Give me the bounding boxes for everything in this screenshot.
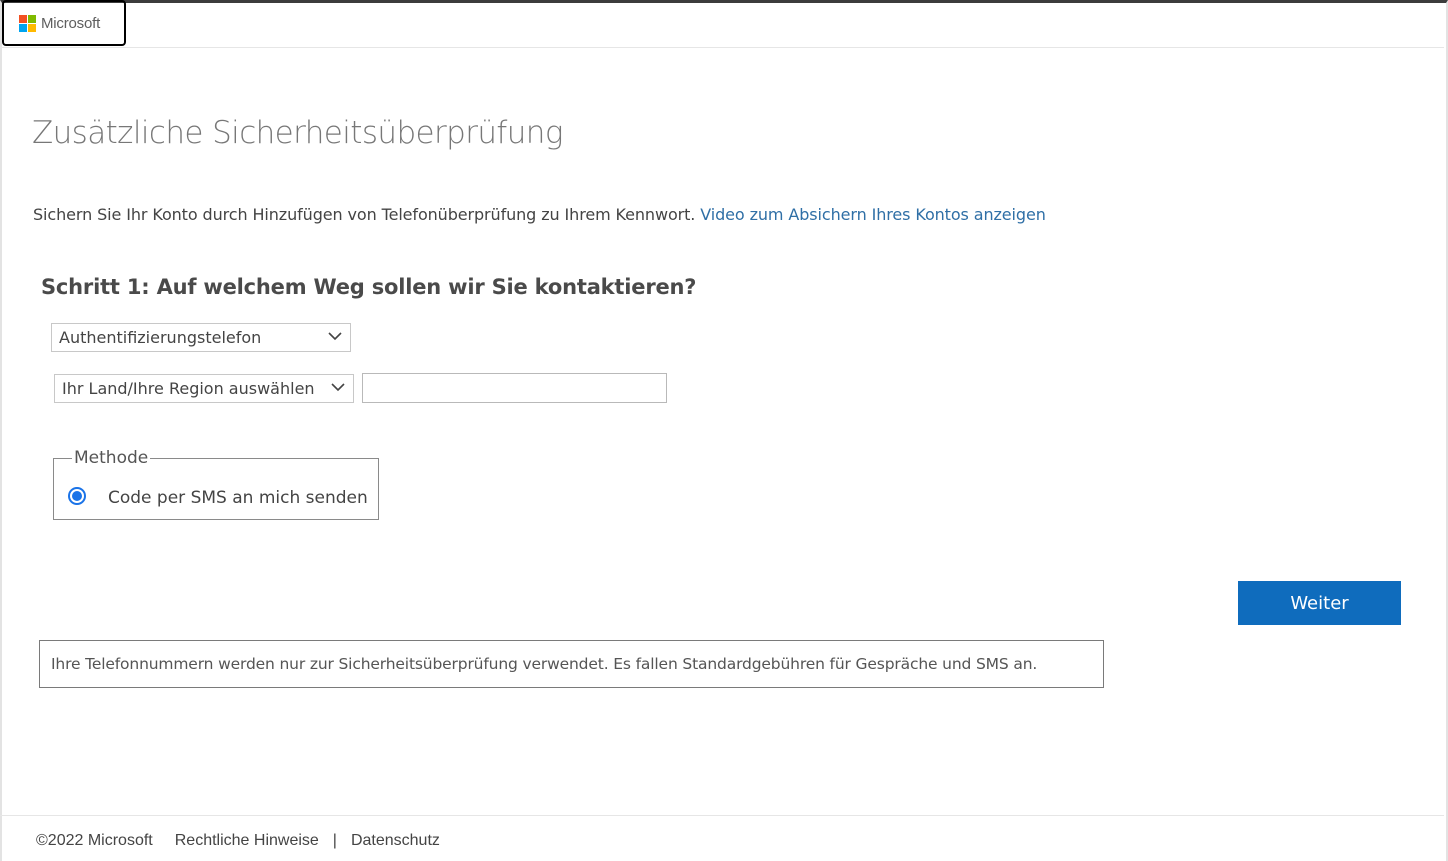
footer-separator: | [332,832,337,849]
contact-method-value: Authentifizierungstelefon [59,328,262,347]
footer-links: ©2022 Microsoft Rechtliche Hinweise | Da… [36,832,440,850]
method-legend: Methode [72,448,151,468]
privacy-notice: Ihre Telefonnummern werden nur zur Siche… [39,640,1104,688]
microsoft-logo-icon [19,14,36,32]
security-video-link[interactable]: Video zum Absichern Ihres Kontos anzeige… [700,205,1046,224]
copyright: ©2022 Microsoft [36,832,153,849]
header: Microsoft [0,0,1444,48]
privacy-link[interactable]: Datenschutz [351,832,440,850]
contact-method-select[interactable]: Authentifizierungstelefon [51,323,351,352]
chevron-down-icon [331,382,345,391]
step-heading: Schritt 1: Auf welchem Weg sollen wir Si… [41,275,697,299]
next-button[interactable]: Weiter [1238,581,1401,625]
method-fieldset: Methode Code per SMS an mich senden [53,448,379,520]
chevron-down-icon [328,331,342,340]
page-title: Zusätzliche Sicherheitsüberprüfung [32,115,563,151]
sms-radio-button[interactable] [68,487,86,505]
intro-description: Sichern Sie Ihr Konto durch Hinzufügen v… [33,205,701,224]
logo-text: Microsoft [41,14,101,32]
sms-radio-label[interactable]: Code per SMS an mich senden [108,488,368,508]
phone-number-input[interactable] [362,373,667,403]
country-select[interactable]: Ihr Land/Ihre Region auswählen [54,374,354,403]
intro-text: Sichern Sie Ihr Konto durch Hinzufügen v… [33,205,1046,224]
microsoft-logo-link[interactable]: Microsoft [2,0,126,46]
footer: ©2022 Microsoft Rechtliche Hinweise | Da… [0,815,1444,861]
legal-link[interactable]: Rechtliche Hinweise [175,832,319,850]
country-value: Ihr Land/Ihre Region auswählen [62,379,315,398]
